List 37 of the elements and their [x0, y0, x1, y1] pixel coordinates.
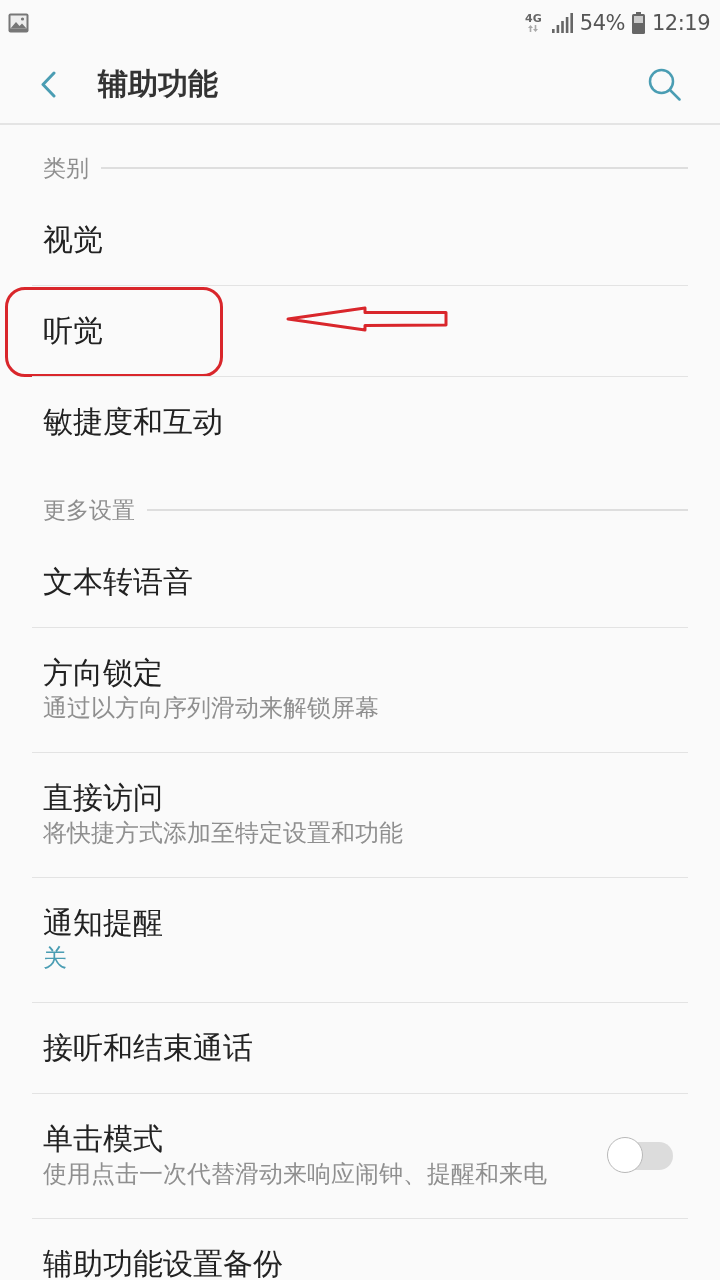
item-summary: 通过以方向序列滑动来解锁屏幕 [43, 694, 379, 722]
back-icon [40, 70, 56, 98]
item-title: 辅助功能设置备份 [43, 1248, 283, 1279]
image-icon [8, 12, 29, 33]
settings-item[interactable]: 文本转语音 [32, 537, 688, 627]
settings-item[interactable]: 直接访问 将快捷方式添加至特定设置和功能 [32, 752, 688, 877]
settings-item[interactable]: 通知提醒 关 [32, 877, 688, 1002]
item-summary: 将快捷方式添加至特定设置和功能 [43, 819, 403, 847]
item-title: 敏捷度和互动 [43, 406, 223, 437]
search-icon [647, 67, 681, 101]
item-title: 直接访问 [43, 782, 163, 813]
item-title: 听觉 [43, 315, 103, 346]
signal-icon [551, 12, 573, 33]
item-title: 通知提醒 [43, 907, 163, 938]
settings-item[interactable]: 辅助功能设置备份 [32, 1218, 688, 1280]
battery-percent: 54% [579, 9, 625, 36]
item-title: 文本转语音 [43, 566, 193, 597]
item-value: 关 [43, 944, 67, 972]
network-type: 4G [525, 13, 542, 25]
settings-item[interactable]: 单击模式 使用点击一次代替滑动来响应闹钟、提醒和来电 [32, 1093, 688, 1218]
settings-item[interactable]: 敏捷度和互动 [32, 376, 688, 467]
item-title: 接听和结束通话 [43, 1032, 253, 1063]
item-summary: 使用点击一次代替滑动来响应闹钟、提醒和来电 [43, 1160, 547, 1188]
item-title: 视觉 [43, 224, 103, 255]
battery-icon [631, 11, 645, 34]
item-title: 方向锁定 [43, 657, 163, 688]
settings-item[interactable]: 接听和结束通话 [32, 1002, 688, 1093]
settings-item[interactable]: 方向锁定 通过以方向序列滑动来解锁屏幕 [32, 627, 688, 752]
clock: 12:19 [651, 9, 710, 36]
settings-item[interactable]: 视觉 [32, 195, 688, 285]
section-header: 类别 [43, 155, 89, 181]
data-arrows-icon [528, 25, 539, 32]
toggle-switch[interactable] [607, 1136, 673, 1175]
settings-item[interactable]: 听觉 [32, 285, 688, 376]
section-header: 更多设置 [43, 497, 135, 523]
item-title: 单击模式 [43, 1123, 163, 1154]
page-title: 辅助功能 [98, 65, 219, 103]
